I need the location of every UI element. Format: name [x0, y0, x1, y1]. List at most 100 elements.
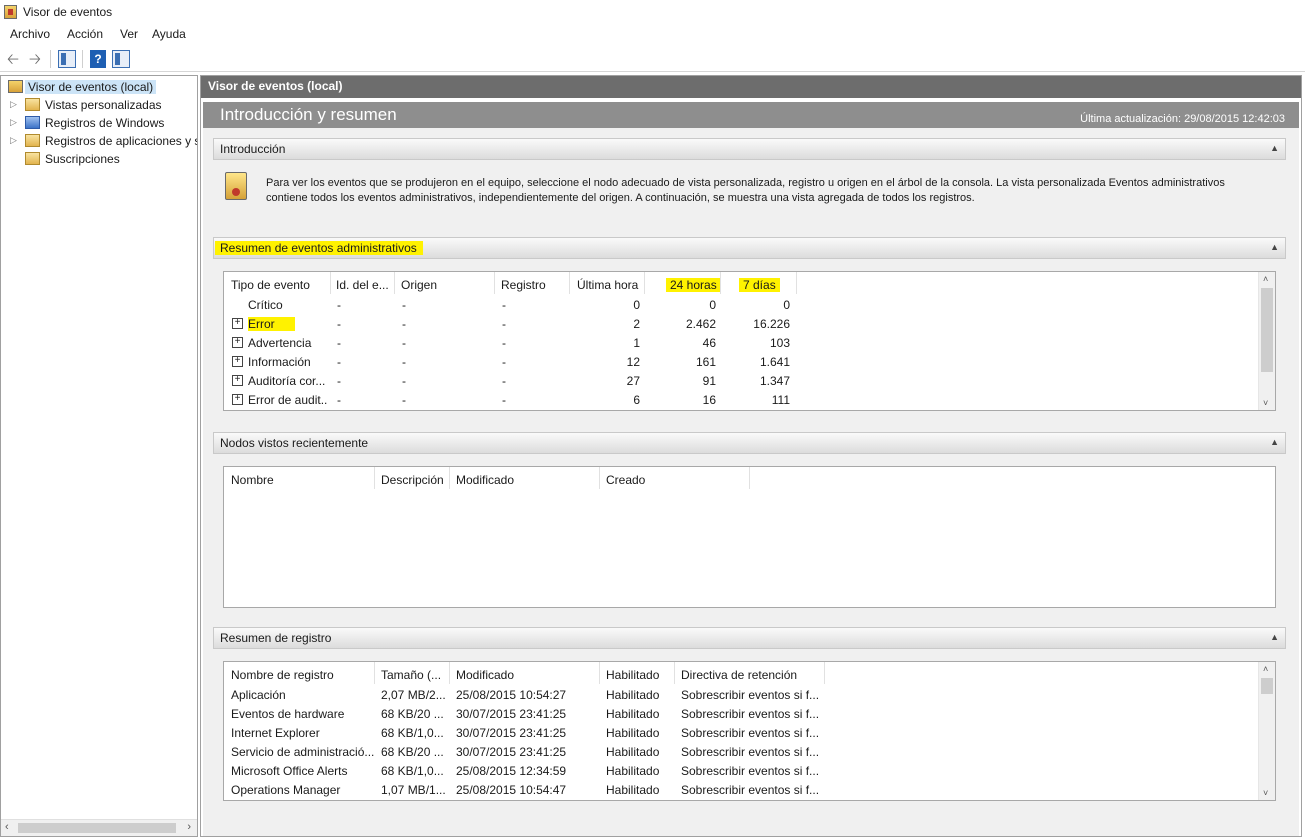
chevron-up-icon[interactable]: ˄ — [1263, 274, 1268, 284]
tree-item-app-service-logs[interactable]: ▷ Registros de aplicaciones y s — [1, 132, 197, 150]
table-row[interactable]: + Advertencia - - - 1 46 103 — [224, 334, 1254, 353]
intro-text: Para ver los eventos que se produjeron e… — [266, 177, 1225, 204]
cell-size: 2,07 MB/2... — [381, 688, 446, 702]
chevron-right-icon[interactable]: › — [187, 821, 191, 833]
column-header[interactable]: Habilitado — [606, 668, 676, 682]
expand-icon[interactable]: + — [232, 318, 243, 329]
column-header[interactable]: 7 días — [739, 278, 780, 292]
show-hide-action-pane-button[interactable] — [111, 49, 131, 69]
section-title: Resumen de registro — [220, 631, 332, 645]
scroll-thumb[interactable] — [1261, 678, 1273, 694]
cell-event-type: Error — [248, 317, 295, 331]
cell-retention-policy: Sobrescribir eventos si f... — [681, 707, 820, 721]
cell-retention-policy: Sobrescribir eventos si f... — [681, 688, 820, 702]
table-row[interactable]: Eventos de hardware 68 KB/20 ... 30/07/201… — [224, 705, 1254, 724]
expand-icon[interactable]: + — [232, 356, 243, 367]
collapse-icon[interactable]: ▲ — [1270, 242, 1279, 252]
scroll-thumb[interactable] — [18, 823, 176, 833]
table-row[interactable]: Operations Manager 1,07 MB/1... 25/08/2015… — [224, 781, 1254, 800]
chevron-right-icon[interactable]: ▷ — [10, 117, 17, 128]
cell-last-hour: 12 — [626, 355, 640, 369]
cell-enabled: Habilitado — [606, 764, 660, 778]
table-row[interactable]: + Auditoría cor... - - -27 91 1.347 — [224, 372, 1254, 391]
section-title: Nodos vistos recientemente — [220, 436, 369, 450]
subscriptions-icon — [25, 152, 40, 165]
cell-7-days: 103 — [769, 336, 790, 350]
section-recent-nodes-header[interactable]: Nodos vistos recientemente ▲ — [213, 432, 1286, 454]
expand-icon[interactable]: + — [232, 337, 243, 348]
cell-size: 68 KB/20 ... — [381, 745, 444, 759]
chevron-down-icon[interactable]: ˅ — [1263, 788, 1268, 798]
back-button[interactable]: 🡠 — [3, 49, 23, 69]
menu-accion[interactable]: Acción — [67, 27, 103, 41]
cell-origin: - — [402, 374, 406, 388]
tree-item-subscriptions[interactable]: Suscripciones — [1, 150, 197, 168]
column-header[interactable]: Descripción — [381, 473, 451, 487]
column-header[interactable]: Modificado — [456, 473, 596, 487]
scroll-thumb[interactable] — [1261, 288, 1273, 372]
column-header[interactable]: Nombre — [231, 473, 371, 487]
chevron-up-icon[interactable]: ˄ — [1263, 664, 1268, 674]
forward-button[interactable]: 🡢 — [25, 49, 45, 69]
cell-last-hour: 0 — [633, 298, 640, 312]
column-header[interactable]: Modificado — [456, 668, 596, 682]
tree-item-custom-views[interactable]: ▷ Vistas personalizadas — [1, 96, 197, 114]
cell-event-id: - — [337, 355, 341, 369]
column-header[interactable]: Registro — [501, 278, 571, 292]
column-header[interactable]: Origen — [401, 278, 491, 292]
tree-horizontal-scrollbar[interactable]: ‹ › — [1, 819, 197, 836]
tree-item-windows-logs[interactable]: ▷ Registros de Windows — [1, 114, 197, 132]
chevron-right-icon[interactable]: ▷ — [10, 99, 17, 110]
show-hide-tree-button[interactable] — [57, 49, 77, 69]
admin-summary-table: Tipo de evento Id. del e... Origen Regis… — [223, 271, 1276, 411]
table-row[interactable]: + Error de audit... - - -6 16 111 — [224, 391, 1254, 410]
cell-event-type: Error de audit... — [248, 393, 328, 407]
cell-last-hour: 2 — [633, 317, 640, 331]
tree-item-event-viewer-local[interactable]: Visor de eventos (local) — [1, 78, 197, 96]
overview-content: Introducción ▲ Para ver los eventos que … — [203, 128, 1299, 836]
table-row[interactable]: + Error - - - 2 2.462 16.226 — [224, 315, 1254, 334]
column-header[interactable]: Tamaño (... — [381, 668, 449, 682]
table-row[interactable]: Servicio de administració... 68 KB/20 ...… — [224, 743, 1254, 762]
column-header[interactable]: Tipo de evento — [231, 278, 331, 292]
column-header[interactable]: Directiva de retención — [681, 668, 826, 682]
section-admin-summary-header[interactable]: Resumen de eventos administrativos ▲ — [213, 237, 1286, 259]
collapse-icon[interactable]: ▲ — [1270, 632, 1279, 642]
table-row[interactable]: Internet Explorer 68 KB/1,0... 30/07/2015 … — [224, 724, 1254, 743]
cell-retention-policy: Sobrescribir eventos si f... — [681, 764, 820, 778]
vertical-scrollbar[interactable]: ˄ ˅ — [1258, 662, 1275, 800]
help-button[interactable]: ? — [88, 49, 108, 69]
table-row[interactable]: + Información - - - 12 161 1.641 — [224, 353, 1254, 372]
expand-icon[interactable]: + — [232, 375, 243, 386]
page-title: Introducción y resumen — [220, 105, 397, 124]
collapse-icon[interactable]: ▲ — [1270, 437, 1279, 447]
section-log-summary-header[interactable]: Resumen de registro ▲ — [213, 627, 1286, 649]
cell-event-id: - — [337, 393, 341, 407]
expand-icon[interactable]: + — [232, 394, 243, 405]
menu-ver[interactable]: Ver — [120, 27, 138, 41]
section-intro-header[interactable]: Introducción ▲ — [213, 138, 1286, 160]
column-header[interactable]: Id. del e... — [336, 278, 392, 292]
menu-ayuda[interactable]: Ayuda — [152, 27, 186, 41]
cell-enabled: Habilitado — [606, 783, 660, 797]
column-header[interactable]: Nombre de registro — [231, 668, 371, 682]
section-title: Resumen de eventos administrativos — [215, 241, 423, 255]
title-bar: Visor de eventos — [0, 0, 1305, 24]
column-header[interactable]: Última hora — [577, 278, 641, 292]
cell-24-hours: 0 — [709, 298, 716, 312]
table-row[interactable]: Microsoft Office Alerts 68 KB/1,0... 25/08… — [224, 762, 1254, 781]
column-header[interactable]: 24 horas — [666, 278, 721, 292]
collapse-icon[interactable]: ▲ — [1270, 143, 1279, 153]
chevron-right-icon[interactable]: ▷ — [10, 135, 17, 146]
chevron-down-icon[interactable]: ˅ — [1263, 398, 1268, 408]
column-header[interactable]: Creado — [606, 473, 746, 487]
table-row[interactable]: Aplicación 2,07 MB/2... 25/08/2015 10:54:2… — [224, 686, 1254, 705]
menu-archivo[interactable]: Archivo — [10, 27, 50, 41]
tree-item-label: Visor de eventos (local) — [25, 80, 157, 94]
cell-event-type: Información — [248, 355, 311, 369]
chevron-left-icon[interactable]: ‹ — [5, 821, 9, 833]
cell-event-id: - — [337, 317, 341, 331]
event-viewer-icon — [225, 172, 247, 200]
vertical-scrollbar[interactable]: ˄ ˅ — [1258, 272, 1275, 410]
table-row[interactable]: Crítico - - - 0 0 0 — [224, 296, 1254, 315]
